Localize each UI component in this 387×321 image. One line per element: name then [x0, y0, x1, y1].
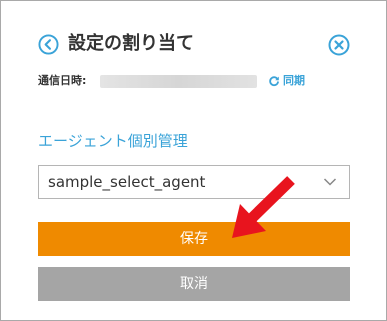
dialog-title: 設定の割り当て [68, 33, 194, 54]
settings-dialog: 設定の割り当て 通信日時: 同期 エージェント個別管理 sample_selec… [0, 0, 387, 321]
refresh-icon [269, 76, 279, 87]
chevron-left-circle-icon [38, 34, 59, 55]
close-circle-icon [328, 34, 350, 56]
agent-section-label: エージェント個別管理 [38, 132, 188, 150]
sync-link[interactable]: 同期 [268, 72, 305, 90]
back-button[interactable] [38, 34, 59, 55]
agent-select[interactable]: sample_select_agent [38, 165, 350, 199]
agent-select-value: sample_select_agent [48, 173, 206, 191]
save-button[interactable]: 保存 [38, 222, 350, 256]
chevron-down-icon [323, 178, 337, 186]
sync-time-value-redacted [100, 75, 257, 88]
sync-link-label: 同期 [283, 74, 305, 87]
sync-time-label: 通信日時: [38, 74, 87, 87]
cancel-button[interactable]: 取消 [38, 267, 350, 301]
close-button[interactable] [328, 34, 350, 56]
